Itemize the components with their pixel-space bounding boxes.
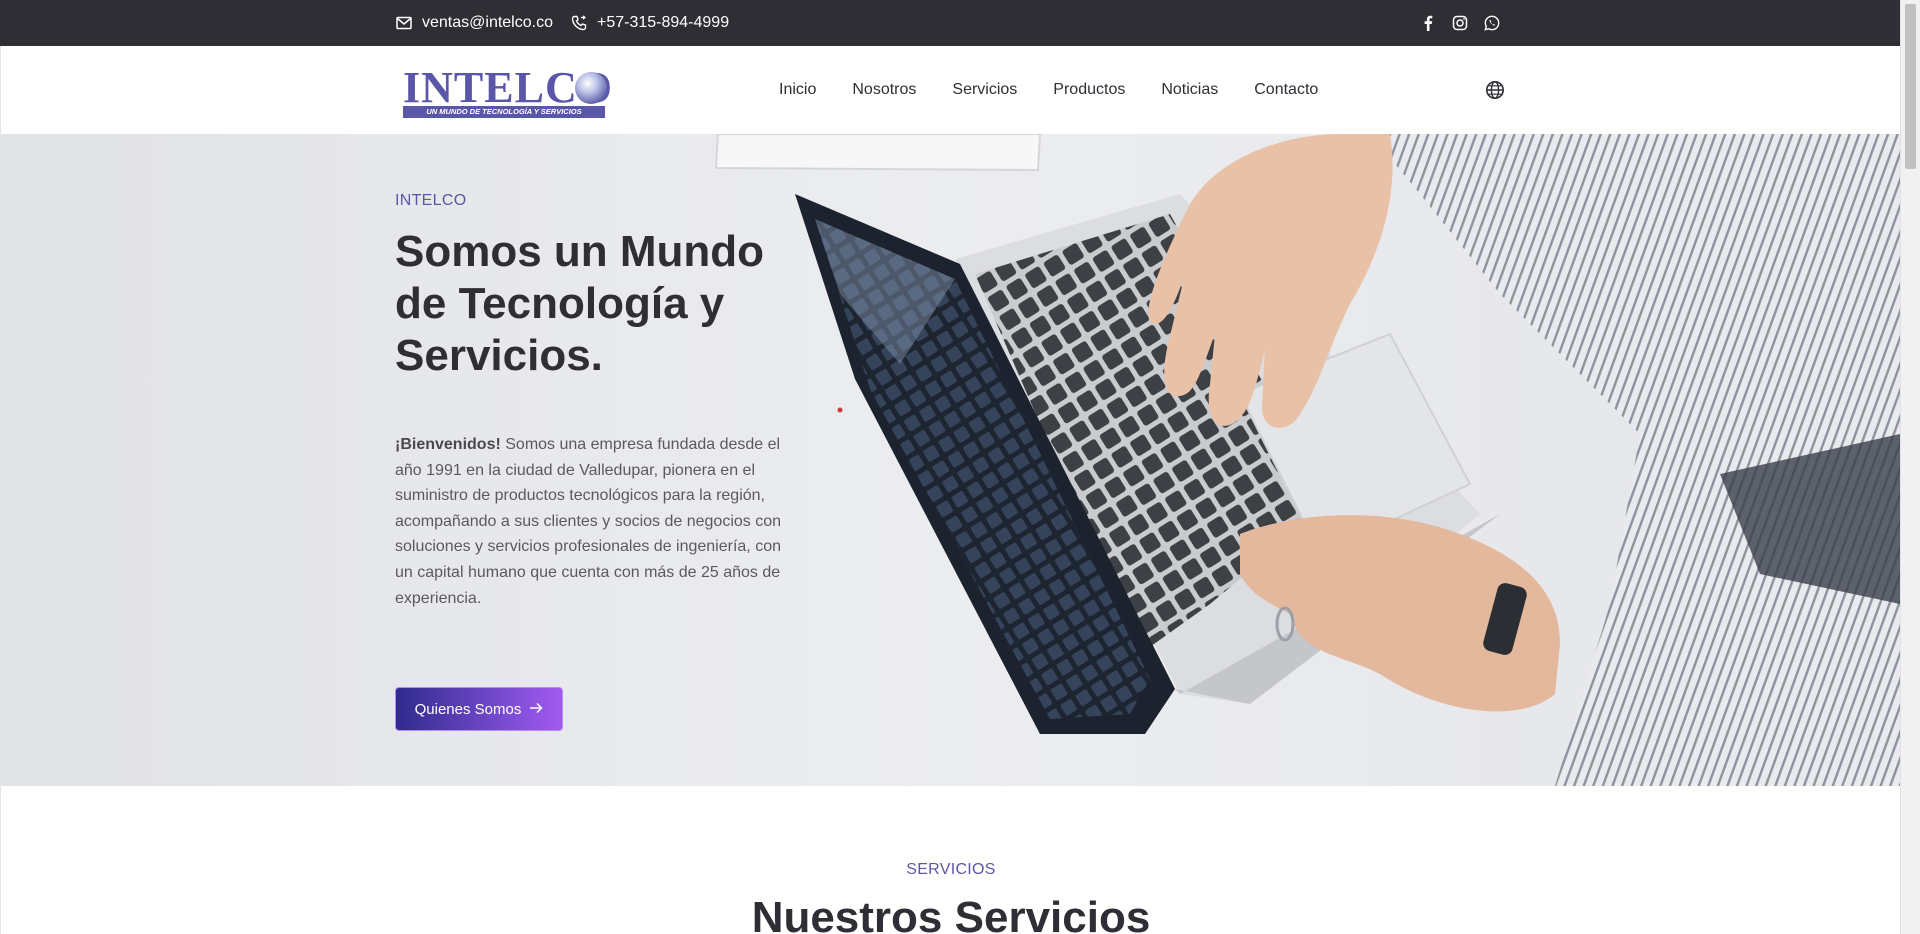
page-scrollbar[interactable] [1900,0,1920,934]
hero-intro-text: Somos una empresa fundada desde el año 1… [395,436,782,607]
hero-description: ¡Bienvenidos! Somos una empresa fundada … [395,432,790,611]
hero-welcome: ¡Bienvenidos! [395,436,501,453]
nav-noticias[interactable]: Noticias [1161,81,1218,99]
hero-eyebrow: INTELCO [395,192,467,209]
phone-link[interactable]: +57-315-894-4999 [571,14,729,32]
email-text: ventas@intelco.co [422,14,553,31]
hero-title: Somos un Mundo de Tecnología y Servicios… [395,227,765,380]
hero-laptop-photo [0,134,1900,786]
nav-productos[interactable]: Productos [1053,81,1125,99]
services-section: SERVICIOS Nuestros Servicios [0,786,1900,934]
instagram-icon[interactable] [1452,15,1468,31]
quienes-somos-button[interactable]: Quienes Somos [395,687,563,731]
nav-servicios[interactable]: Servicios [952,81,1017,99]
phone-text: +57-315-894-4999 [596,14,730,31]
phone-icon [571,15,587,31]
cta-label: Quienes Somos [414,700,522,718]
arrow-right-icon [529,701,543,718]
page: ventas@intelco.co +57-315-894-4999 INTEL… [0,0,1920,934]
mail-icon [396,16,412,30]
hero-content: INTELCO Somos un Mundo de Tecnología y S… [395,192,795,611]
whatsapp-icon[interactable] [1484,15,1500,31]
facebook-icon[interactable] [1420,15,1436,31]
email-link[interactable]: ventas@intelco.co [396,14,553,32]
logo-tagline: UN MUNDO DE TECNOLOGÍA Y SERVICIOS [403,106,605,118]
nav-nosotros[interactable]: Nosotros [852,81,916,99]
services-title: Nuestros Servicios [751,893,1151,934]
nav-contacto[interactable]: Contacto [1254,81,1318,99]
site-header: INTELCO UN MUNDO DE TECNOLOGÍA Y SERVICI… [0,46,1900,134]
nav-inicio[interactable]: Inicio [779,81,816,99]
globe-icon[interactable] [1485,80,1505,100]
social-links [1420,0,1500,46]
hero-section: INTELCO Somos un Mundo de Tecnología y S… [0,134,1900,786]
main-nav: Inicio Nosotros Servicios Productos Noti… [779,46,1318,134]
services-eyebrow: SERVICIOS [906,861,996,878]
contact-info: ventas@intelco.co +57-315-894-4999 [396,0,729,46]
intelco-logo[interactable]: INTELCO UN MUNDO DE TECNOLOGÍA Y SERVICI… [403,64,612,118]
logo-globe-icon [575,72,607,104]
top-bar: ventas@intelco.co +57-315-894-4999 [0,0,1900,46]
scrollbar-thumb[interactable] [1905,4,1916,169]
